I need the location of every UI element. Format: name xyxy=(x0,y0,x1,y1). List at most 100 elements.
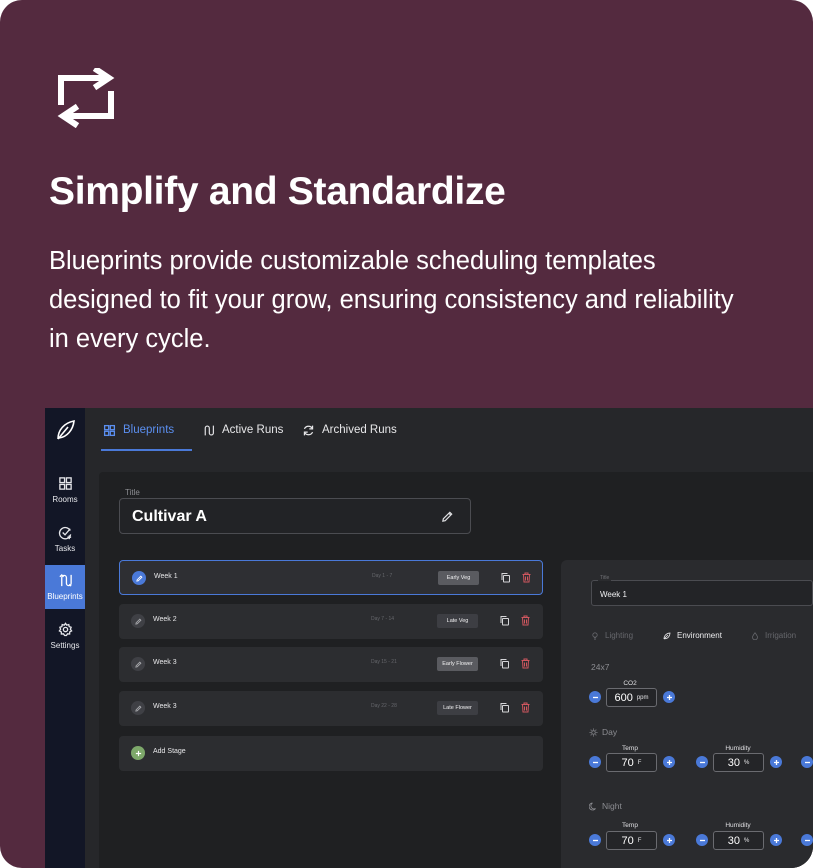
pencil-icon[interactable] xyxy=(441,510,454,523)
plus-icon xyxy=(773,837,779,843)
day-temp-decrement-button[interactable] xyxy=(589,756,601,768)
stage-edit-button[interactable] xyxy=(131,614,145,628)
tab-label: Archived Runs xyxy=(322,424,397,436)
night-temp-decrement-button[interactable] xyxy=(589,834,601,846)
night-temp-input[interactable]: 70 F xyxy=(606,831,657,850)
sidebar-item-label: Rooms xyxy=(52,495,78,504)
title-label: Title xyxy=(125,488,140,497)
stage-badge: Early Flower xyxy=(437,657,478,671)
day-section-label: Day xyxy=(589,727,617,737)
plus-icon xyxy=(666,759,672,765)
title-value: Cultivar A xyxy=(132,508,207,525)
droplet-icon xyxy=(752,631,758,640)
sidebar-item-label: Tasks xyxy=(54,544,76,553)
day-humidity-increment-button[interactable] xyxy=(770,756,782,768)
tab-blueprints[interactable]: Blueprints xyxy=(103,408,174,452)
plus-icon xyxy=(666,694,672,700)
minus-icon xyxy=(699,761,705,763)
copy-icon[interactable] xyxy=(499,702,510,713)
stage-row[interactable]: Week 3 Day 15 - 21 Early Flower xyxy=(119,647,543,682)
night-temp-increment-button[interactable] xyxy=(663,834,675,846)
night-temp-unit: F xyxy=(637,837,642,844)
night-temp-label: Temp xyxy=(622,822,638,829)
week-title-field[interactable]: Title Week 1 xyxy=(591,575,813,606)
stage-edit-button[interactable] xyxy=(131,657,145,671)
title-field[interactable]: Cultivar A xyxy=(119,498,471,534)
stage-days: Day 15 - 21 xyxy=(371,659,397,665)
tab-active-runs[interactable]: Active Runs xyxy=(202,408,283,452)
sidebar-item-blueprints[interactable]: Blueprints xyxy=(45,565,85,609)
stage-edit-button[interactable] xyxy=(131,701,145,715)
stage-badge: Late Flower xyxy=(437,701,478,715)
route-icon xyxy=(204,424,214,436)
tab-label: Active Runs xyxy=(222,424,284,436)
copy-icon[interactable] xyxy=(500,572,511,583)
blueprint-editor: Title Cultivar A Week 1 Day 1 - 7 Early … xyxy=(99,472,813,868)
app-window: Rooms Tasks Blueprints Settings Blueprin… xyxy=(45,408,813,868)
extra-decrement-button[interactable] xyxy=(801,834,813,846)
stage-days: Day 22 - 28 xyxy=(371,703,397,709)
grid-icon xyxy=(103,424,116,436)
co2-unit: ppm xyxy=(636,694,649,701)
minus-icon xyxy=(592,839,598,841)
co2-decrement-button[interactable] xyxy=(589,691,601,703)
subtab-environment[interactable]: Environment xyxy=(663,631,722,640)
add-icon-circle xyxy=(131,746,145,760)
night-temp-value: 70 xyxy=(621,834,634,847)
trash-icon[interactable] xyxy=(520,658,531,669)
subtab-label: Irrigation xyxy=(765,631,797,640)
trash-icon[interactable] xyxy=(520,702,531,713)
bulb-icon xyxy=(592,631,598,640)
co2-input[interactable]: 600 ppm xyxy=(606,688,657,707)
night-humidity-decrement-button[interactable] xyxy=(696,834,708,846)
night-humidity-unit: % xyxy=(743,837,750,844)
night-label: Night xyxy=(602,801,622,811)
sun-icon xyxy=(589,728,598,736)
extra-decrement-button[interactable] xyxy=(801,756,813,768)
subtab-irrigation[interactable]: Irrigation xyxy=(751,631,796,640)
day-temp-increment-button[interactable] xyxy=(663,756,675,768)
night-humidity-increment-button[interactable] xyxy=(770,834,782,846)
repeat-arrows-icon xyxy=(57,68,115,128)
pencil-icon xyxy=(134,618,141,625)
tab-archived-runs[interactable]: Archived Runs xyxy=(302,408,397,452)
day-temp-unit: F xyxy=(637,759,642,766)
day-humidity-input[interactable]: 30% xyxy=(713,753,764,772)
night-humidity-input[interactable]: 30% xyxy=(713,831,764,850)
day-temp-input[interactable]: 70 F xyxy=(606,753,657,772)
minus-icon xyxy=(804,839,810,841)
copy-icon[interactable] xyxy=(499,658,510,669)
plus-icon xyxy=(666,837,672,843)
co2-label: CO2 xyxy=(623,680,637,687)
copy-icon[interactable] xyxy=(499,615,510,626)
trash-icon[interactable] xyxy=(521,572,532,583)
co2-increment-button[interactable] xyxy=(663,691,675,703)
sidebar-item-label: Settings xyxy=(50,641,80,650)
stage-edit-button[interactable] xyxy=(132,571,146,585)
trash-icon[interactable] xyxy=(520,615,531,626)
schedule-label: 24x7 xyxy=(591,662,610,672)
stage-row[interactable]: Week 2 Day 7 - 14 Late Veg xyxy=(119,604,543,639)
add-stage-button[interactable]: Add Stage xyxy=(119,736,543,771)
night-humidity-label: Humidity xyxy=(725,822,751,829)
tab-label: Blueprints xyxy=(123,424,175,436)
day-temp-value: 70 xyxy=(621,756,634,769)
day-humidity-unit: % xyxy=(743,759,750,766)
stage-detail-panel: Title Week 1 Lighting Environment Irriga… xyxy=(561,560,813,868)
gear-icon xyxy=(57,622,73,637)
stage-row[interactable]: Week 1 Day 1 - 7 Early Veg xyxy=(119,560,543,595)
subtab-lighting[interactable]: Lighting xyxy=(591,631,633,640)
sidebar-item-settings[interactable]: Settings xyxy=(45,614,85,658)
day-humidity-decrement-button[interactable] xyxy=(696,756,708,768)
sidebar-item-tasks[interactable]: Tasks xyxy=(45,517,85,561)
stage-badge: Late Veg xyxy=(437,614,478,628)
day-humidity-value: 30 xyxy=(727,756,740,769)
sidebar-item-rooms[interactable]: Rooms xyxy=(45,468,85,512)
active-tab-indicator xyxy=(101,449,192,451)
hero-title: Simplify and Standardize xyxy=(49,170,506,213)
leaf-logo-icon[interactable] xyxy=(55,418,77,442)
plus-icon xyxy=(773,759,779,765)
stage-name: Week 3 xyxy=(153,659,177,666)
grid-icon xyxy=(58,477,72,490)
stage-row[interactable]: Week 3 Day 22 - 28 Late Flower xyxy=(119,691,543,726)
